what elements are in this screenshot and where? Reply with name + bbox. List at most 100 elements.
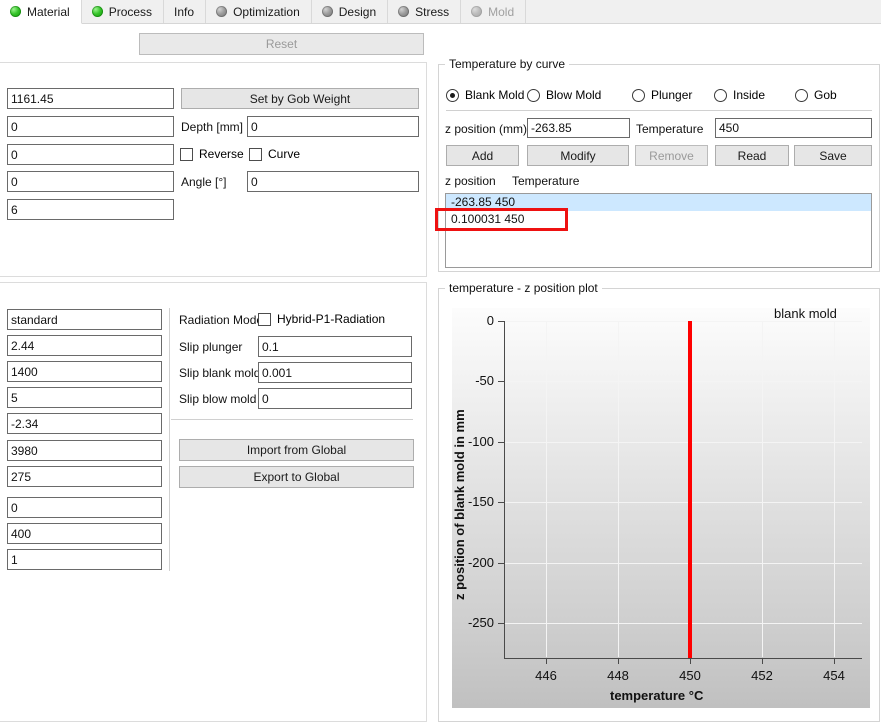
x-tick xyxy=(546,658,547,664)
y-tick-label: 0 xyxy=(486,313,494,328)
material-field-6[interactable]: 275 xyxy=(7,466,162,487)
depth-field[interactable]: 0 xyxy=(247,116,419,137)
read-button[interactable]: Read xyxy=(715,145,789,166)
reverse-label: Reverse xyxy=(199,147,244,161)
radio-blow-mold[interactable]: Blow Mold xyxy=(527,88,601,102)
radio-blank-mold[interactable]: Blank Mold xyxy=(446,88,524,102)
tab-label: Mold xyxy=(488,4,515,19)
export-to-global-button[interactable]: Export to Global xyxy=(179,466,414,488)
x-tick-label: 454 xyxy=(823,668,845,683)
legend-blank-mold: blank mold xyxy=(774,306,837,321)
tab-bar: Material Process Info Optimization Desig… xyxy=(0,0,881,24)
tab-label: Material xyxy=(27,4,70,19)
y-axis-line xyxy=(504,321,505,659)
x-tick xyxy=(834,658,835,664)
gridline-h xyxy=(504,623,862,624)
slip-blank-mold-field[interactable]: 0.001 xyxy=(258,362,412,383)
y-tick xyxy=(498,381,504,382)
material-field-2[interactable]: 1400 xyxy=(7,361,162,382)
row3-field[interactable]: 0 xyxy=(7,144,174,165)
group-divider xyxy=(446,110,872,111)
tab-process[interactable]: Process xyxy=(81,0,165,23)
tab-label: Info xyxy=(174,4,195,19)
gridline-h xyxy=(504,563,862,564)
row5-field[interactable]: 6 xyxy=(7,199,174,220)
radiation-model-label: Radiation Model xyxy=(179,313,266,327)
green-led-icon xyxy=(91,6,103,17)
slip-blow-mold-label: Slip blow mold xyxy=(179,392,257,406)
gridline-v xyxy=(618,321,619,657)
modify-button[interactable]: Modify xyxy=(527,145,629,166)
temperature-z-position-chart[interactable]: 0 -50 -100 -150 -200 -250 446 448 450 45… xyxy=(444,300,874,716)
list-item[interactable]: 0.100031 450 xyxy=(446,211,871,228)
hybrid-p1-radiation-checkbox[interactable]: Hybrid-P1-Radiation xyxy=(258,312,385,326)
material-field-9[interactable]: 1 xyxy=(7,549,162,570)
gridline-h xyxy=(504,321,862,322)
radio-icon xyxy=(714,88,727,102)
geometry-panel: 1161.45 Set by Gob Weight 0 Depth [mm] 0… xyxy=(0,62,427,277)
tab-design[interactable]: Design xyxy=(311,0,389,23)
import-from-global-button[interactable]: Import from Global xyxy=(179,439,414,461)
hybrid-p1-label: Hybrid-P1-Radiation xyxy=(277,312,386,326)
x-tick xyxy=(618,658,619,664)
list-item[interactable]: -263.85 450 xyxy=(446,194,871,211)
chart-canvas xyxy=(452,308,870,708)
material-panel: standard 2.44 1400 5 -2.34 3980 275 0 40… xyxy=(0,282,427,722)
curve-checkbox[interactable]: Curve xyxy=(249,147,300,161)
depth-label: Depth [mm] xyxy=(181,120,244,134)
material-field-7[interactable]: 0 xyxy=(7,497,162,518)
gridline-v xyxy=(834,321,835,657)
gray-led-icon xyxy=(471,6,483,17)
y-tick xyxy=(498,502,504,503)
x-tick-label: 446 xyxy=(535,668,557,683)
add-button[interactable]: Add xyxy=(446,145,519,166)
save-button[interactable]: Save xyxy=(794,145,872,166)
tab-optimization[interactable]: Optimization xyxy=(206,0,312,23)
tab-stress[interactable]: Stress xyxy=(388,0,462,23)
x-tick xyxy=(762,658,763,664)
x-tick-label: 448 xyxy=(607,668,629,683)
temperature-input[interactable]: 450 xyxy=(715,118,872,138)
x-tick-label: 450 xyxy=(679,668,701,683)
z-position-input[interactable]: -263.85 xyxy=(527,118,630,138)
tab-material[interactable]: Material xyxy=(0,0,82,24)
checkbox-icon xyxy=(249,147,262,161)
row2-field[interactable]: 0 xyxy=(7,116,174,137)
material-field-3[interactable]: 5 xyxy=(7,387,162,408)
set-by-gob-weight-button[interactable]: Set by Gob Weight xyxy=(181,88,419,109)
radio-icon xyxy=(527,88,540,102)
material-field-4[interactable]: -2.34 xyxy=(7,413,162,434)
slip-blank-mold-label: Slip blank mold xyxy=(179,366,261,380)
angle-field[interactable]: 0 xyxy=(247,171,419,192)
checkbox-icon xyxy=(180,147,193,161)
material-field-5[interactable]: 3980 xyxy=(7,440,162,461)
material-field-0[interactable]: standard xyxy=(7,309,162,330)
row4-field[interactable]: 0 xyxy=(7,171,174,192)
slip-plunger-label: Slip plunger xyxy=(179,340,243,354)
radio-label: Blank Mold xyxy=(465,88,525,102)
slip-plunger-field[interactable]: 0.1 xyxy=(258,336,412,357)
radio-label: Plunger xyxy=(651,88,693,102)
radio-label: Blow Mold xyxy=(546,88,602,102)
series-blank-mold xyxy=(688,321,692,658)
temperature-curve-list[interactable]: -263.85 450 0.100031 450 xyxy=(445,193,872,268)
radio-plunger[interactable]: Plunger xyxy=(632,88,692,102)
tab-mold[interactable]: Mold xyxy=(461,0,527,23)
plot-group-title: temperature - z position plot xyxy=(445,281,602,295)
remove-button[interactable]: Remove xyxy=(635,145,708,166)
tab-info[interactable]: Info xyxy=(164,0,207,23)
gridline-v xyxy=(762,321,763,657)
radio-inside[interactable]: Inside xyxy=(714,88,765,102)
reset-button[interactable]: Reset xyxy=(139,33,424,55)
radio-gob[interactable]: Gob xyxy=(795,88,837,102)
material-field-8[interactable]: 400 xyxy=(7,523,162,544)
list-header-temperature: Temperature xyxy=(512,174,580,188)
reverse-checkbox[interactable]: Reverse xyxy=(180,147,244,161)
gob-weight-field[interactable]: 1161.45 xyxy=(7,88,174,109)
gridline-v xyxy=(546,321,547,657)
x-axis-title: temperature °C xyxy=(610,688,704,703)
curve-label: Curve xyxy=(268,147,301,161)
y-tick-label: -250 xyxy=(467,615,494,630)
material-field-1[interactable]: 2.44 xyxy=(7,335,162,356)
slip-blow-mold-field[interactable]: 0 xyxy=(258,388,412,409)
